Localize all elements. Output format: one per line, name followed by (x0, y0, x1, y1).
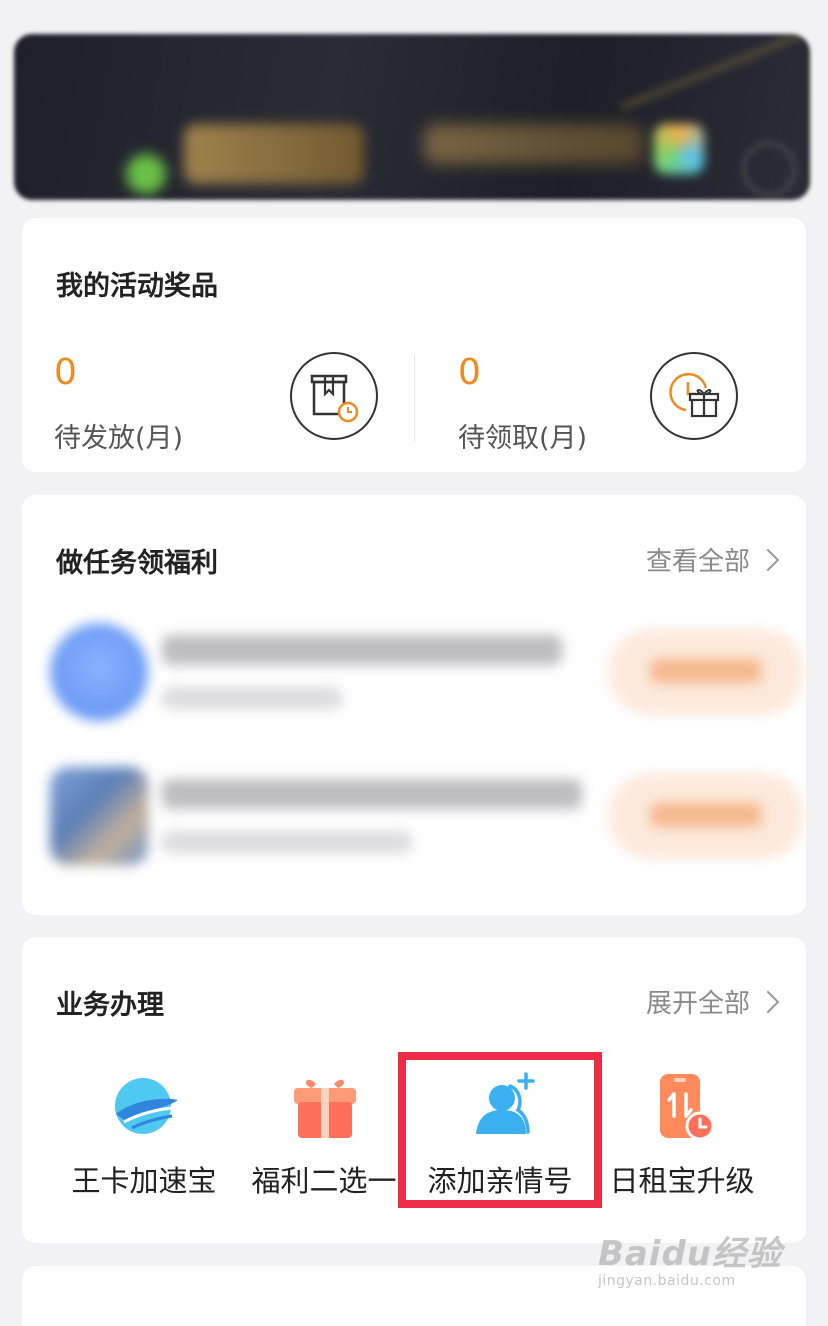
banner-play-icon (742, 142, 796, 196)
task-title (162, 779, 582, 809)
task-subtitle (162, 687, 342, 709)
banner-subtext (424, 124, 644, 164)
gift-box-icon (294, 1079, 356, 1138)
tasks-title: 做任务领福利 (56, 548, 218, 579)
chevron-right-icon (756, 548, 780, 571)
watermark-text: Baidu经验 (597, 1234, 782, 1274)
tasks-card: 做任务领福利 查看全部 (22, 495, 806, 915)
prizes-card: 我的活动奖品 0 待发放(月) 0 待领取(月) (22, 218, 806, 472)
task-action-button[interactable] (608, 773, 804, 859)
biz-item-wangka-accelerator[interactable]: 王卡加速宝 (54, 1062, 234, 1202)
banner-brand-icon (654, 124, 704, 174)
business-title: 业务办理 (56, 990, 164, 1021)
view-all-label: 查看全部 (645, 547, 750, 577)
task-action-button[interactable] (608, 629, 804, 715)
biz-item-welfare-choice[interactable]: 福利二选一 (234, 1062, 414, 1202)
promo-banner[interactable] (14, 34, 810, 200)
task-app-icon (50, 767, 148, 865)
expand-all-link[interactable]: 展开全部 (645, 983, 780, 1020)
biz-item-daily-rental-upgrade[interactable]: 日租宝升级 (592, 1062, 772, 1202)
biz-item-label: 福利二选一 (251, 1164, 397, 1198)
phone-clock-icon (660, 1074, 715, 1141)
divider (414, 354, 415, 442)
task-subtitle (162, 831, 412, 853)
task-item[interactable] (46, 757, 804, 877)
view-all-link[interactable]: 查看全部 (645, 541, 780, 578)
baidu-watermark: Baidu经验 jingyan.baidu.com (598, 1226, 782, 1289)
package-clock-icon[interactable] (290, 352, 378, 440)
expand-all-label: 展开全部 (645, 989, 750, 1019)
pending-release-label[interactable]: 待发放(月) (54, 416, 183, 455)
banner-decoration (620, 34, 808, 110)
watermark-url: jingyan.baidu.com (597, 1273, 736, 1289)
pending-release-count[interactable]: 0 (54, 352, 77, 393)
accelerator-icon (115, 1078, 178, 1134)
task-title (162, 635, 562, 665)
chevron-right-icon (756, 990, 780, 1013)
pending-claim-count[interactable]: 0 (458, 352, 481, 393)
banner-logo-icon (126, 154, 166, 194)
prizes-title: 我的活动奖品 (56, 271, 218, 302)
highlight-box (398, 1052, 602, 1208)
clock-gift-icon[interactable] (650, 352, 738, 440)
biz-item-label: 王卡加速宝 (71, 1164, 217, 1198)
pending-claim-label[interactable]: 待领取(月) (458, 416, 587, 455)
biz-item-label: 日租宝升级 (609, 1164, 755, 1198)
task-item[interactable] (46, 613, 804, 733)
banner-headline (184, 124, 364, 184)
task-app-icon (50, 623, 148, 721)
